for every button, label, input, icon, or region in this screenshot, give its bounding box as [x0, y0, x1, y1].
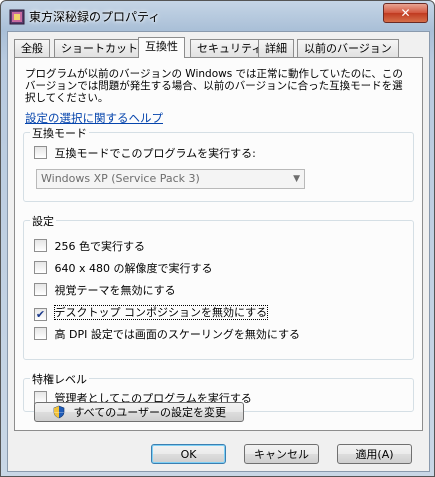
setting-checkbox-256-colors[interactable] [34, 239, 47, 252]
setting-label-640x480: 640 x 480 の解像度で実行する [54, 262, 213, 275]
settings-group-label: 設定 [30, 213, 56, 229]
window-title: 東方深秘録のプロパティ [29, 10, 161, 24]
os-version-select[interactable]: Windows XP (Service Pack 3) ▼ [36, 169, 305, 189]
tab-general[interactable]: 全般 [14, 39, 50, 57]
setting-row-256-colors[interactable]: 256 色で実行する [34, 238, 146, 253]
close-button[interactable]: ✕ [383, 3, 428, 23]
compat-mode-checkbox-label: 互換モードでこのプログラムを実行する: [54, 147, 256, 160]
title-bar[interactable]: 東方深秘録のプロパティ ✕ [1, 1, 434, 31]
setting-checkbox-desktop-composition[interactable]: ✔ [34, 308, 47, 321]
cancel-button[interactable]: キャンセル [244, 444, 319, 464]
apply-button[interactable]: 適用(A) [337, 444, 412, 464]
help-link[interactable]: 設定の選択に関するヘルプ [25, 110, 163, 126]
change-all-users-label: すべてのユーザーの設定を変更 [73, 406, 227, 419]
setting-row-visual-themes[interactable]: 視覚テーマを無効にする [34, 282, 176, 297]
properties-window: 東方深秘録のプロパティ ✕ 全般 ショートカット 互換性 セキュリティ 詳細 以… [0, 0, 435, 477]
dialog-body: 全般 ショートカット 互換性 セキュリティ 詳細 以前のバージョン プログラムが… [7, 31, 430, 472]
tab-previous-versions[interactable]: 以前のバージョン [297, 39, 399, 57]
tab-details[interactable]: 詳細 [258, 39, 294, 57]
setting-checkbox-visual-themes[interactable] [34, 283, 47, 296]
privilege-group-label: 特権レベル [30, 371, 89, 387]
compat-mode-checkbox[interactable] [34, 146, 47, 159]
chevron-down-icon: ▼ [293, 174, 300, 184]
setting-label-high-dpi: 高 DPI 設定では画面のスケーリングを無効にする [54, 328, 300, 341]
settings-group: 設定 256 色で実行する 640 x 480 の解像度で実行する 視覚テーマを… [23, 213, 414, 360]
os-version-selected: Windows XP (Service Pack 3) [41, 172, 200, 185]
setting-label-desktop-composition: デスクトップ コンポジションを無効にする [53, 305, 269, 320]
tab-compatibility[interactable]: 互換性 [138, 37, 185, 58]
compat-mode-group: 互換モード 互換モードでこのプログラムを実行する: Windows XP (Se… [23, 125, 414, 202]
compat-mode-group-label: 互換モード [30, 125, 89, 141]
compatibility-panel: プログラムが以前のバージョンの Windows では正常に動作していたのに、この… [14, 57, 423, 431]
setting-row-high-dpi[interactable]: 高 DPI 設定では画面のスケーリングを無効にする [34, 326, 300, 341]
setting-row-desktop-composition[interactable]: ✔ デスクトップ コンポジションを無効にする [34, 304, 269, 321]
compat-mode-checkbox-row[interactable]: 互換モードでこのプログラムを実行する: [34, 145, 256, 160]
setting-checkbox-high-dpi[interactable] [34, 327, 47, 340]
change-all-users-button[interactable]: すべてのユーザーの設定を変更 [34, 402, 244, 422]
setting-row-640x480[interactable]: 640 x 480 の解像度で実行する [34, 260, 213, 275]
setting-checkbox-640x480[interactable] [34, 261, 47, 274]
app-icon [9, 9, 25, 25]
uac-shield-icon [53, 405, 65, 419]
setting-label-256-colors: 256 色で実行する [54, 240, 146, 253]
setting-label-visual-themes: 視覚テーマを無効にする [54, 284, 176, 297]
tab-shortcut[interactable]: ショートカット [54, 39, 145, 57]
compatibility-description: プログラムが以前のバージョンの Windows では正常に動作していたのに、この… [25, 68, 403, 104]
ok-button[interactable]: OK [151, 444, 226, 464]
